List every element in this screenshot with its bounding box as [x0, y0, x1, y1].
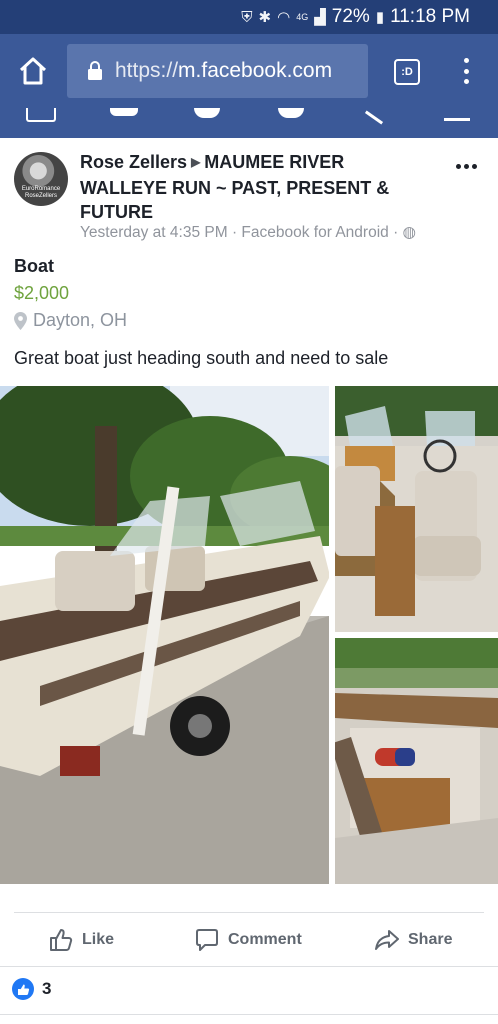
signal-icon: ▟: [314, 9, 326, 26]
location-text: Dayton, OH: [33, 310, 128, 330]
news-feed-icon[interactable]: [26, 108, 56, 122]
like-label: Like: [82, 931, 115, 948]
divider: [14, 912, 484, 913]
boat-photo-bow[interactable]: [335, 638, 498, 884]
notifications-icon[interactable]: [278, 108, 304, 118]
facebook-nav-bar: [0, 108, 498, 138]
messenger-icon[interactable]: [194, 108, 220, 118]
boat-photo-main[interactable]: [0, 386, 329, 884]
status-bar: ⛨ ✱ ◠ 4G ▟ 72% ▮ 11:18 PM: [0, 0, 498, 34]
thumbs-up-icon: [50, 929, 73, 951]
shield-icon: ⛨: [241, 8, 253, 26]
friends-icon[interactable]: [110, 108, 138, 116]
divider: [0, 1014, 498, 1015]
divider: [0, 966, 498, 967]
battery-percent: 72%: [331, 6, 370, 27]
avatar-watermark: EuroRomance RoseZellers: [21, 186, 61, 199]
home-icon[interactable]: [18, 56, 48, 86]
comment-label: Comment: [228, 931, 302, 948]
post-actions: Like Comment Share: [0, 915, 498, 963]
post-description: Great boat just heading south and need t…: [14, 348, 389, 368]
post-options-icon[interactable]: [456, 158, 480, 174]
post-via: Facebook for Android: [241, 224, 389, 241]
share-label: Share: [408, 931, 453, 948]
more-vert-icon[interactable]: [456, 56, 476, 86]
post-timestamp[interactable]: Yesterday at 4:35 PM: [80, 224, 228, 241]
reaction-count: 3: [42, 979, 52, 998]
comment-button[interactable]: Comment: [194, 925, 302, 955]
share-button[interactable]: Share: [374, 925, 452, 955]
boat-photo-interior[interactable]: [335, 386, 498, 632]
url-scheme: https://: [115, 59, 179, 82]
wifi-icon: ◠: [277, 9, 291, 26]
network-label: 4G: [296, 12, 309, 22]
search-icon[interactable]: [364, 110, 384, 125]
lock-icon: [88, 61, 102, 80]
location-pin-icon: [14, 311, 27, 330]
tabs-button[interactable]: :D: [394, 59, 420, 85]
listing-price: $2,000: [14, 283, 70, 303]
browser-toolbar: https://m.facebook.com :D: [0, 34, 498, 108]
author-name[interactable]: Rose Zellers: [80, 152, 187, 172]
bluetooth-icon: ✱: [258, 9, 272, 26]
share-icon: [375, 930, 399, 950]
clock: 11:18 PM: [390, 6, 470, 27]
post-meta: Yesterday at 4:35 PM · Facebook for Andr…: [80, 224, 417, 241]
listing-location: Dayton, OH: [14, 310, 127, 331]
menu-icon[interactable]: [444, 118, 470, 121]
like-button[interactable]: Like: [48, 925, 114, 955]
triangle-right-icon: ▶: [191, 155, 201, 169]
comment-icon: [196, 929, 218, 951]
avatar[interactable]: EuroRomance RoseZellers: [14, 152, 68, 206]
post-header-title: Rose Zellers ▶ MAUMEE RIVER WALLEYE RUN ~ …: [80, 150, 420, 224]
globe-icon: ◍: [402, 224, 417, 241]
url-field[interactable]: https://m.facebook.com: [67, 44, 368, 98]
url-host: m.facebook.com: [178, 59, 333, 82]
reactions-summary[interactable]: 3: [12, 978, 51, 1000]
listing-title: Boat: [14, 256, 54, 276]
like-reaction-icon: [12, 978, 34, 1000]
battery-icon: ▮: [375, 9, 385, 26]
